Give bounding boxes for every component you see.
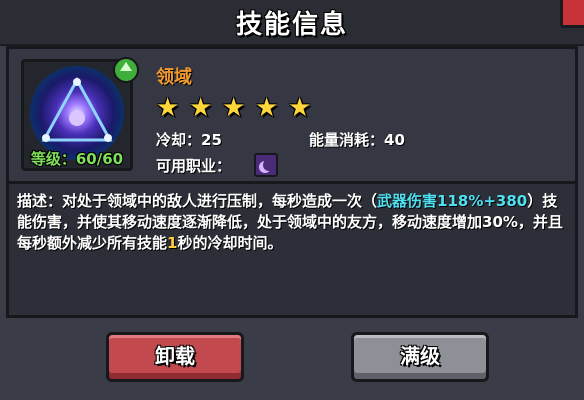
unequip-button[interactable]: 卸载 [106,332,244,382]
skill-stars: ★ ★ ★ ★ ★ [156,95,321,121]
skill-header: 等级：60/60 领域 ★ ★ ★ ★ ★ 冷却：25 能量消耗：40 可用职业： [9,49,575,181]
dialog-title: 技能信息 [235,10,348,40]
max-level-button[interactable]: 满级 [351,332,489,382]
description-cooldown-number: 1 [167,234,178,252]
divider [9,181,575,184]
skill-level: 等级：60/60 [30,150,124,168]
upgrade-arrow-icon[interactable] [113,57,139,83]
title-bar: 技能信息 [0,0,584,46]
energy-value: 40 [384,131,405,149]
description-damage-formula: 武器伤害118%+380 [377,192,528,210]
cooldown-stat: 冷却：25 [156,129,222,150]
star-icon: ★ [222,93,246,123]
cooldown-value: 25 [201,131,222,149]
star-icon: ★ [288,93,312,123]
skill-description: 描述：对处于领域中的敌人进行压制，每秒造成一次（武器伤害118%+380）技能伤… [17,191,569,254]
description-prefix: 描述：对处于领域中的敌人进行压制，每秒造成一次（ [17,192,378,210]
wizard-moon-icon [254,153,278,177]
cooldown-label: 冷却： [156,131,202,149]
star-icon: ★ [189,93,213,123]
skill-icon-triangle [41,76,113,142]
profession-label: 可用职业： [156,157,232,175]
skill-info-dialog: 技能信息 等级：60/60 领域 ★ ★ ★ ★ ★ 冷却：25 能量消耗：40… [0,0,584,400]
energy-label: 能量消耗： [309,131,385,149]
description-suffix: 秒的冷却时间。 [177,234,283,252]
energy-stat: 能量消耗：40 [309,129,405,150]
skill-content-frame: 等级：60/60 领域 ★ ★ ★ ★ ★ 冷却：25 能量消耗：40 可用职业： 描述… [6,46,578,318]
star-icon: ★ [156,93,180,123]
star-icon: ★ [255,93,279,123]
skill-name: 领域 [156,67,192,88]
close-button[interactable] [560,0,584,28]
